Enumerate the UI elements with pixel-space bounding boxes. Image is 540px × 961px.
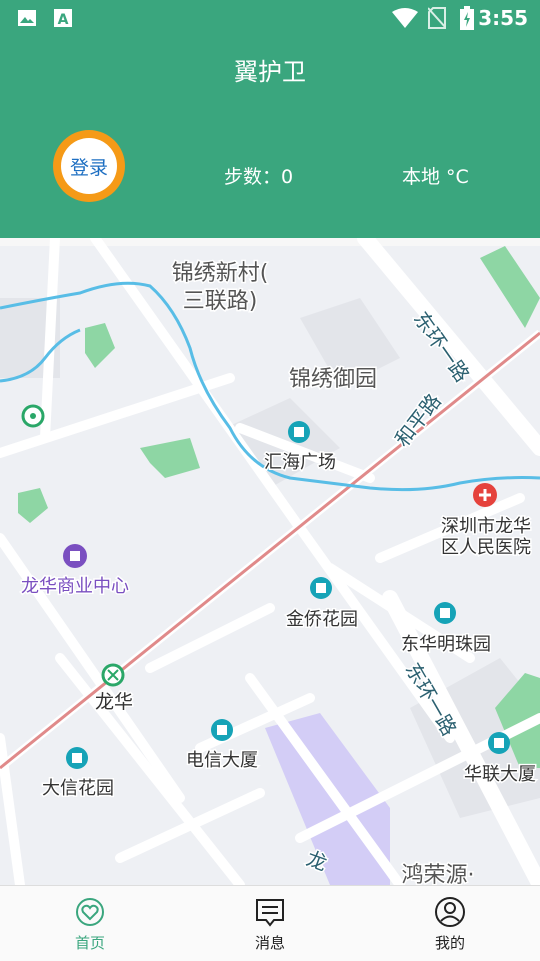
login-button[interactable]: 登录 bbox=[53, 130, 125, 202]
battery-charging-icon bbox=[460, 6, 474, 30]
poi-marker-hospital[interactable] bbox=[473, 483, 497, 507]
poi-marker-daxin[interactable] bbox=[66, 747, 88, 769]
map-label-jinxiu-xincun: 锦绣新村( bbox=[172, 261, 269, 286]
local-temperature: 本地 °C bbox=[402, 166, 469, 188]
map-label-jinxiu-xincun-2: 三联路) bbox=[183, 289, 258, 314]
poi-marker-donghua[interactable] bbox=[434, 602, 456, 624]
step-count: 步数：0 bbox=[224, 166, 294, 188]
clock: 3:55 bbox=[478, 6, 528, 30]
map-label-daxin: 大信花园 bbox=[42, 778, 114, 799]
status-bar: A 3:55 bbox=[0, 0, 540, 36]
wifi-icon bbox=[392, 8, 418, 28]
map-label-jinxiu-yuyuan: 锦绣御园 bbox=[289, 367, 377, 392]
map-canvas[interactable]: 锦绣新村( 三联路) 锦绣御园 东环一路 和平路 汇海广场 深圳市龙华 区人民医… bbox=[0, 238, 540, 885]
map-label-longhua: 龙华 bbox=[95, 691, 133, 713]
map-label-longhua-business: 龙华商业中心 bbox=[21, 576, 129, 597]
map-label-hospital-2: 区人民医院 bbox=[441, 537, 531, 558]
map-label-hospital-1: 深圳市龙华 bbox=[441, 516, 531, 537]
poi-marker-longhua-business[interactable] bbox=[63, 544, 87, 568]
message-icon bbox=[256, 899, 284, 927]
app-title: 翼护卫 bbox=[234, 58, 306, 86]
bottom-tab-bar: 首页 消息 我的 bbox=[0, 885, 540, 961]
map-view[interactable]: 锦绣新村( 三联路) 锦绣御园 东环一路 和平路 汇海广场 深圳市龙华 区人民医… bbox=[0, 238, 540, 885]
font-icon: A bbox=[54, 9, 72, 27]
tab-messages[interactable]: 消息 bbox=[180, 886, 360, 961]
app-header: 翼护卫 登录 步数：0 本地 °C bbox=[0, 36, 540, 238]
poi-marker-dianxin[interactable] bbox=[211, 719, 233, 741]
poi-marker-jinqiao[interactable] bbox=[310, 577, 332, 599]
map-label-hongrongyuan: 鸿荣源· bbox=[402, 863, 475, 885]
user-icon bbox=[435, 897, 465, 927]
poi-marker-hualian[interactable] bbox=[488, 732, 510, 754]
tab-profile[interactable]: 我的 bbox=[360, 886, 540, 961]
map-label-jinqiao: 金侨花园 bbox=[286, 609, 358, 630]
tab-messages-label: 消息 bbox=[254, 934, 285, 952]
svg-text:A: A bbox=[58, 12, 69, 27]
map-label-dianxin: 电信大厦 bbox=[186, 750, 258, 771]
map-label-hualian: 华联大厦 bbox=[464, 764, 536, 785]
home-heart-icon bbox=[76, 898, 104, 926]
map-label-donghua: 东华明珠园 bbox=[401, 634, 491, 655]
no-sim-icon bbox=[428, 7, 446, 29]
tab-home[interactable]: 首页 bbox=[0, 886, 180, 961]
poi-marker-huihai[interactable] bbox=[288, 421, 310, 443]
poi-marker-longhua-metro[interactable] bbox=[101, 663, 125, 687]
poi-marker-metro-green[interactable] bbox=[21, 404, 45, 428]
tab-home-label: 首页 bbox=[74, 934, 105, 952]
login-label: 登录 bbox=[61, 138, 117, 194]
map-label-huihai: 汇海广场 bbox=[264, 452, 336, 473]
gallery-icon bbox=[18, 10, 36, 26]
tab-profile-label: 我的 bbox=[434, 934, 465, 952]
